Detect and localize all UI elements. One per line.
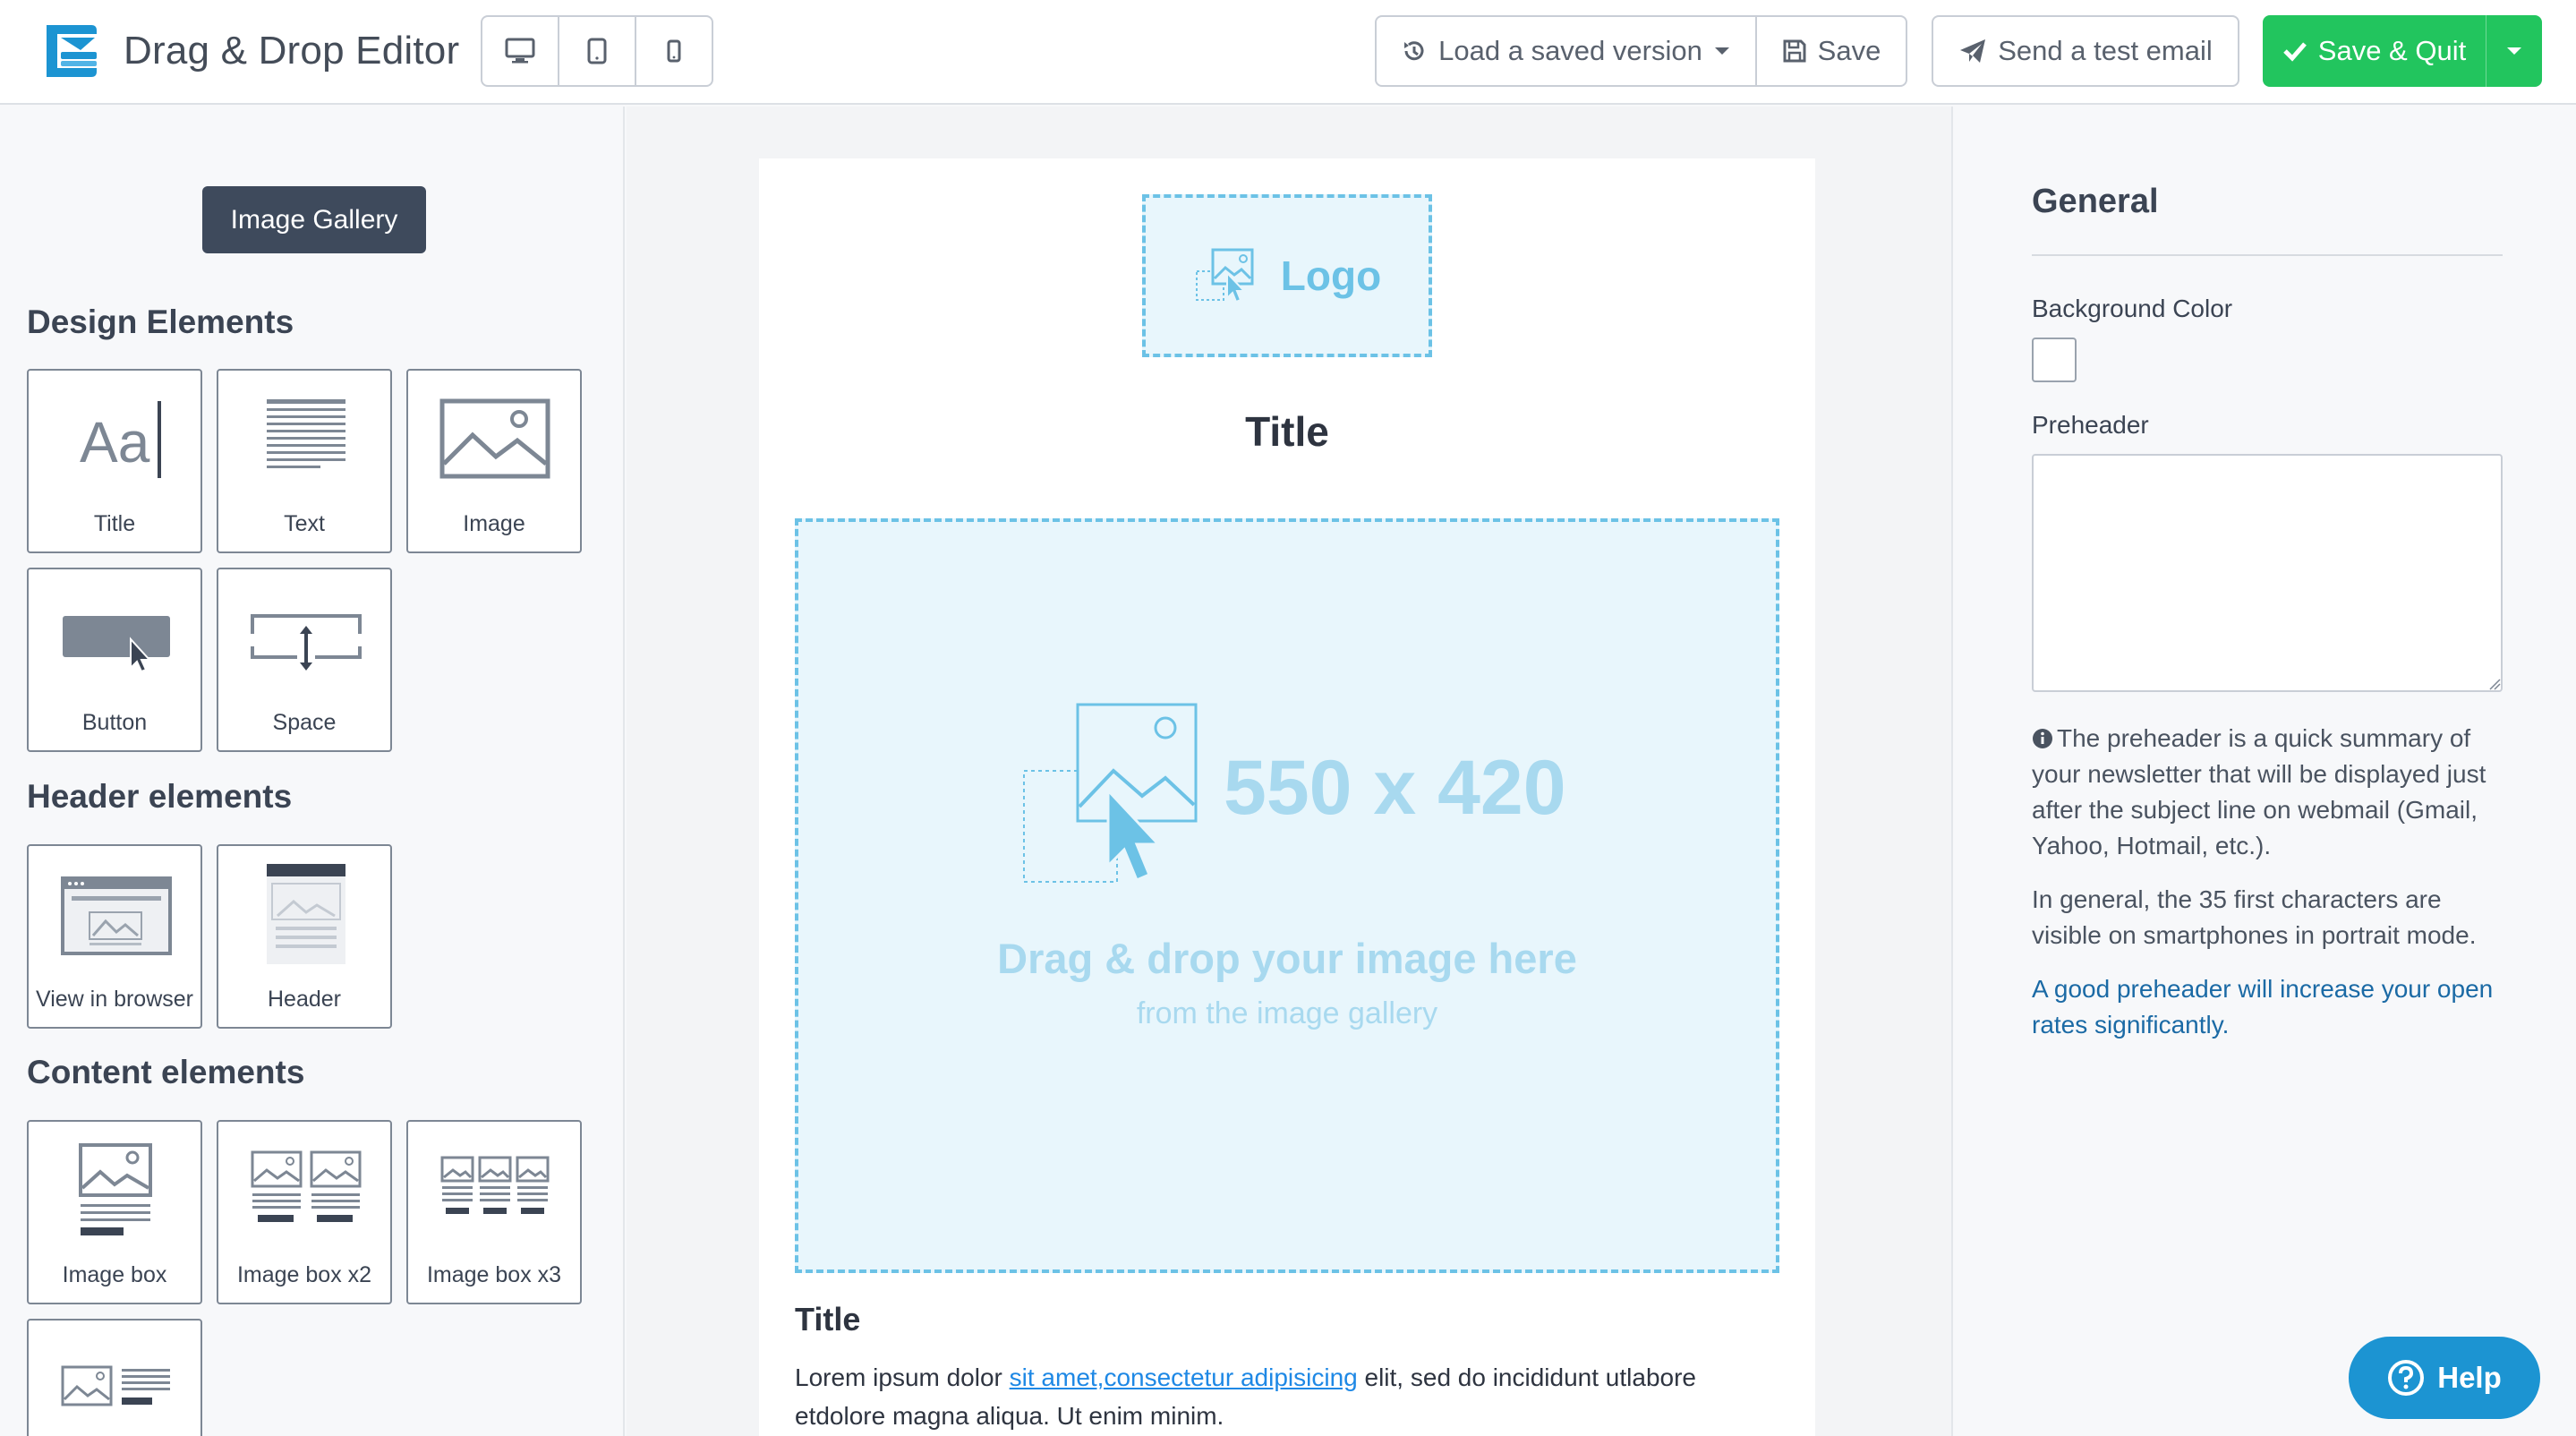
preheader-textarea[interactable] bbox=[2032, 454, 2503, 692]
content-body-text[interactable]: Lorem ipsum dolor sit amet,consectetur a… bbox=[795, 1358, 1779, 1435]
save-and-quit-label: Save & Quit bbox=[2317, 35, 2467, 66]
paper-plane-icon bbox=[1960, 39, 1986, 63]
app-logo-icon bbox=[47, 25, 97, 77]
divider bbox=[2032, 254, 2503, 256]
background-color-label: Background Color bbox=[2032, 295, 2233, 322]
general-settings-heading: General bbox=[2032, 183, 2159, 220]
preheader-info-2: In general, the 35 first characters are … bbox=[2032, 885, 2477, 949]
load-saved-version-button[interactable]: Load a saved version bbox=[1375, 15, 1757, 87]
element-tile-view-in-browser[interactable]: View in browser bbox=[27, 844, 202, 1029]
svg-text:Aa: Aa bbox=[80, 410, 150, 474]
preheader-info: The preheader is a quick summary of your… bbox=[2032, 721, 2515, 864]
image-placeholder-icon bbox=[1195, 248, 1254, 303]
background-color-picker[interactable] bbox=[2032, 338, 2077, 382]
element-tile-image-box-x2[interactable]: Image box x2 bbox=[217, 1120, 392, 1304]
image-dropzone[interactable]: 550 x 420 Drag & drop your image here fr… bbox=[795, 518, 1779, 1273]
design-elements-heading: Design Elements bbox=[27, 303, 294, 340]
dropzone-subtext: from the image gallery bbox=[1136, 996, 1438, 1030]
send-test-email-label: Send a test email bbox=[1998, 35, 2213, 66]
body-text-link[interactable]: sit amet,consectetur adipisicing bbox=[1010, 1363, 1358, 1391]
image-gallery-button[interactable]: Image Gallery bbox=[202, 186, 426, 253]
load-saved-version-label: Load a saved version bbox=[1438, 35, 1702, 66]
caret-down-icon bbox=[1714, 47, 1729, 55]
element-tile-space[interactable]: Space bbox=[217, 568, 392, 752]
save-and-quit-button-group: Save & Quit bbox=[2263, 15, 2542, 87]
email-body: Logo Title 550 x 420 Drag & drop your im… bbox=[759, 158, 1815, 1436]
element-tile-label: Header bbox=[268, 987, 341, 1012]
desktop-icon bbox=[505, 38, 535, 64]
element-tile-label: Text bbox=[284, 511, 325, 536]
history-icon bbox=[1404, 41, 1424, 61]
question-circle-icon bbox=[2388, 1360, 2425, 1396]
element-tile-header[interactable]: Header bbox=[217, 844, 392, 1029]
logo-placeholder[interactable]: Logo bbox=[1142, 194, 1432, 357]
email-canvas: Logo Title 550 x 420 Drag & drop your im… bbox=[627, 107, 1951, 1436]
save-button[interactable]: Save bbox=[1755, 15, 1907, 87]
element-tile-image[interactable]: Image bbox=[406, 369, 582, 553]
element-tile-title[interactable]: Aa Title bbox=[27, 369, 202, 553]
spacing-icon bbox=[251, 614, 362, 671]
elements-sidebar: Image Gallery Design Elements Aa Title T… bbox=[0, 107, 625, 1436]
element-tile-label: Image bbox=[463, 511, 525, 536]
mobile-view-button[interactable] bbox=[636, 17, 712, 85]
logo-placeholder-label: Logo bbox=[1280, 252, 1382, 299]
save-label: Save bbox=[1817, 35, 1881, 66]
save-options-dropdown-button[interactable] bbox=[2486, 15, 2542, 87]
element-tile-image-box[interactable]: Image box bbox=[27, 1120, 202, 1304]
save-and-quit-button[interactable]: Save & Quit bbox=[2263, 15, 2486, 87]
body-text-start: Lorem ipsum dolor bbox=[795, 1363, 1010, 1391]
tablet-view-button[interactable] bbox=[559, 17, 636, 85]
preheader-label: Preheader bbox=[2032, 411, 2149, 439]
tablet-icon bbox=[587, 38, 607, 64]
text-lines-icon bbox=[267, 399, 345, 468]
resize-grip-icon[interactable] bbox=[2488, 678, 2501, 690]
settings-panel: General Background Color Preheader The p… bbox=[1951, 107, 2576, 1436]
element-tile-label: Space bbox=[272, 710, 337, 735]
image-upload-icon bbox=[1023, 703, 1198, 883]
floppy-disk-icon bbox=[1783, 39, 1806, 63]
preheader-tip-link[interactable]: A good preheader will increase your open… bbox=[2032, 971, 2515, 1043]
element-tile-label: Image box bbox=[62, 1262, 167, 1287]
desktop-view-button[interactable] bbox=[482, 17, 559, 85]
element-tile-label: Button bbox=[81, 710, 148, 735]
email-title[interactable]: Title bbox=[759, 407, 1815, 456]
header-elements-heading: Header elements bbox=[27, 778, 293, 815]
help-button[interactable]: Help bbox=[2349, 1337, 2540, 1419]
content-title[interactable]: Title bbox=[795, 1301, 860, 1338]
element-tile-button[interactable]: Button bbox=[27, 568, 202, 752]
check-icon bbox=[2283, 42, 2307, 62]
typography-icon: Aa bbox=[80, 401, 161, 478]
element-tile-label: Image box x3 bbox=[426, 1262, 562, 1287]
element-tile-text[interactable]: Text bbox=[217, 369, 392, 553]
element-tile-label: Image box x2 bbox=[236, 1262, 372, 1287]
top-bar: Drag & Drop Editor Load a saved version … bbox=[0, 0, 2576, 105]
image-text-icon bbox=[61, 1365, 170, 1406]
image-box-x2-icon bbox=[251, 1150, 362, 1222]
help-label: Help bbox=[2437, 1361, 2502, 1394]
caret-down-icon bbox=[2507, 47, 2521, 55]
brand: Drag & Drop Editor bbox=[39, 20, 459, 82]
send-test-email-button[interactable]: Send a test email bbox=[1932, 15, 2239, 87]
app-title: Drag & Drop Editor bbox=[124, 29, 460, 73]
image-icon bbox=[439, 398, 550, 479]
element-tile-image-box-x3[interactable]: Image box x3 bbox=[406, 1120, 582, 1304]
element-tile-label: Title bbox=[93, 511, 136, 536]
device-preview-toggle bbox=[481, 15, 713, 87]
element-tile-image-text[interactable] bbox=[27, 1319, 202, 1436]
image-box-icon bbox=[79, 1143, 152, 1235]
dropzone-instruction: Drag & drop your image here bbox=[997, 935, 1577, 982]
info-icon bbox=[2033, 729, 2052, 748]
browser-window-icon bbox=[61, 876, 172, 955]
element-tile-label: View in browser bbox=[35, 987, 193, 1012]
image-dimensions-label: 550 x 420 bbox=[1224, 745, 1566, 831]
image-box-x3-icon bbox=[440, 1156, 550, 1214]
mobile-icon bbox=[667, 39, 681, 63]
content-elements-heading: Content elements bbox=[27, 1054, 305, 1090]
button-icon bbox=[63, 616, 170, 673]
header-layout-icon bbox=[267, 864, 345, 964]
preheader-info-text: The preheader is a quick summary of your… bbox=[2032, 724, 2486, 859]
